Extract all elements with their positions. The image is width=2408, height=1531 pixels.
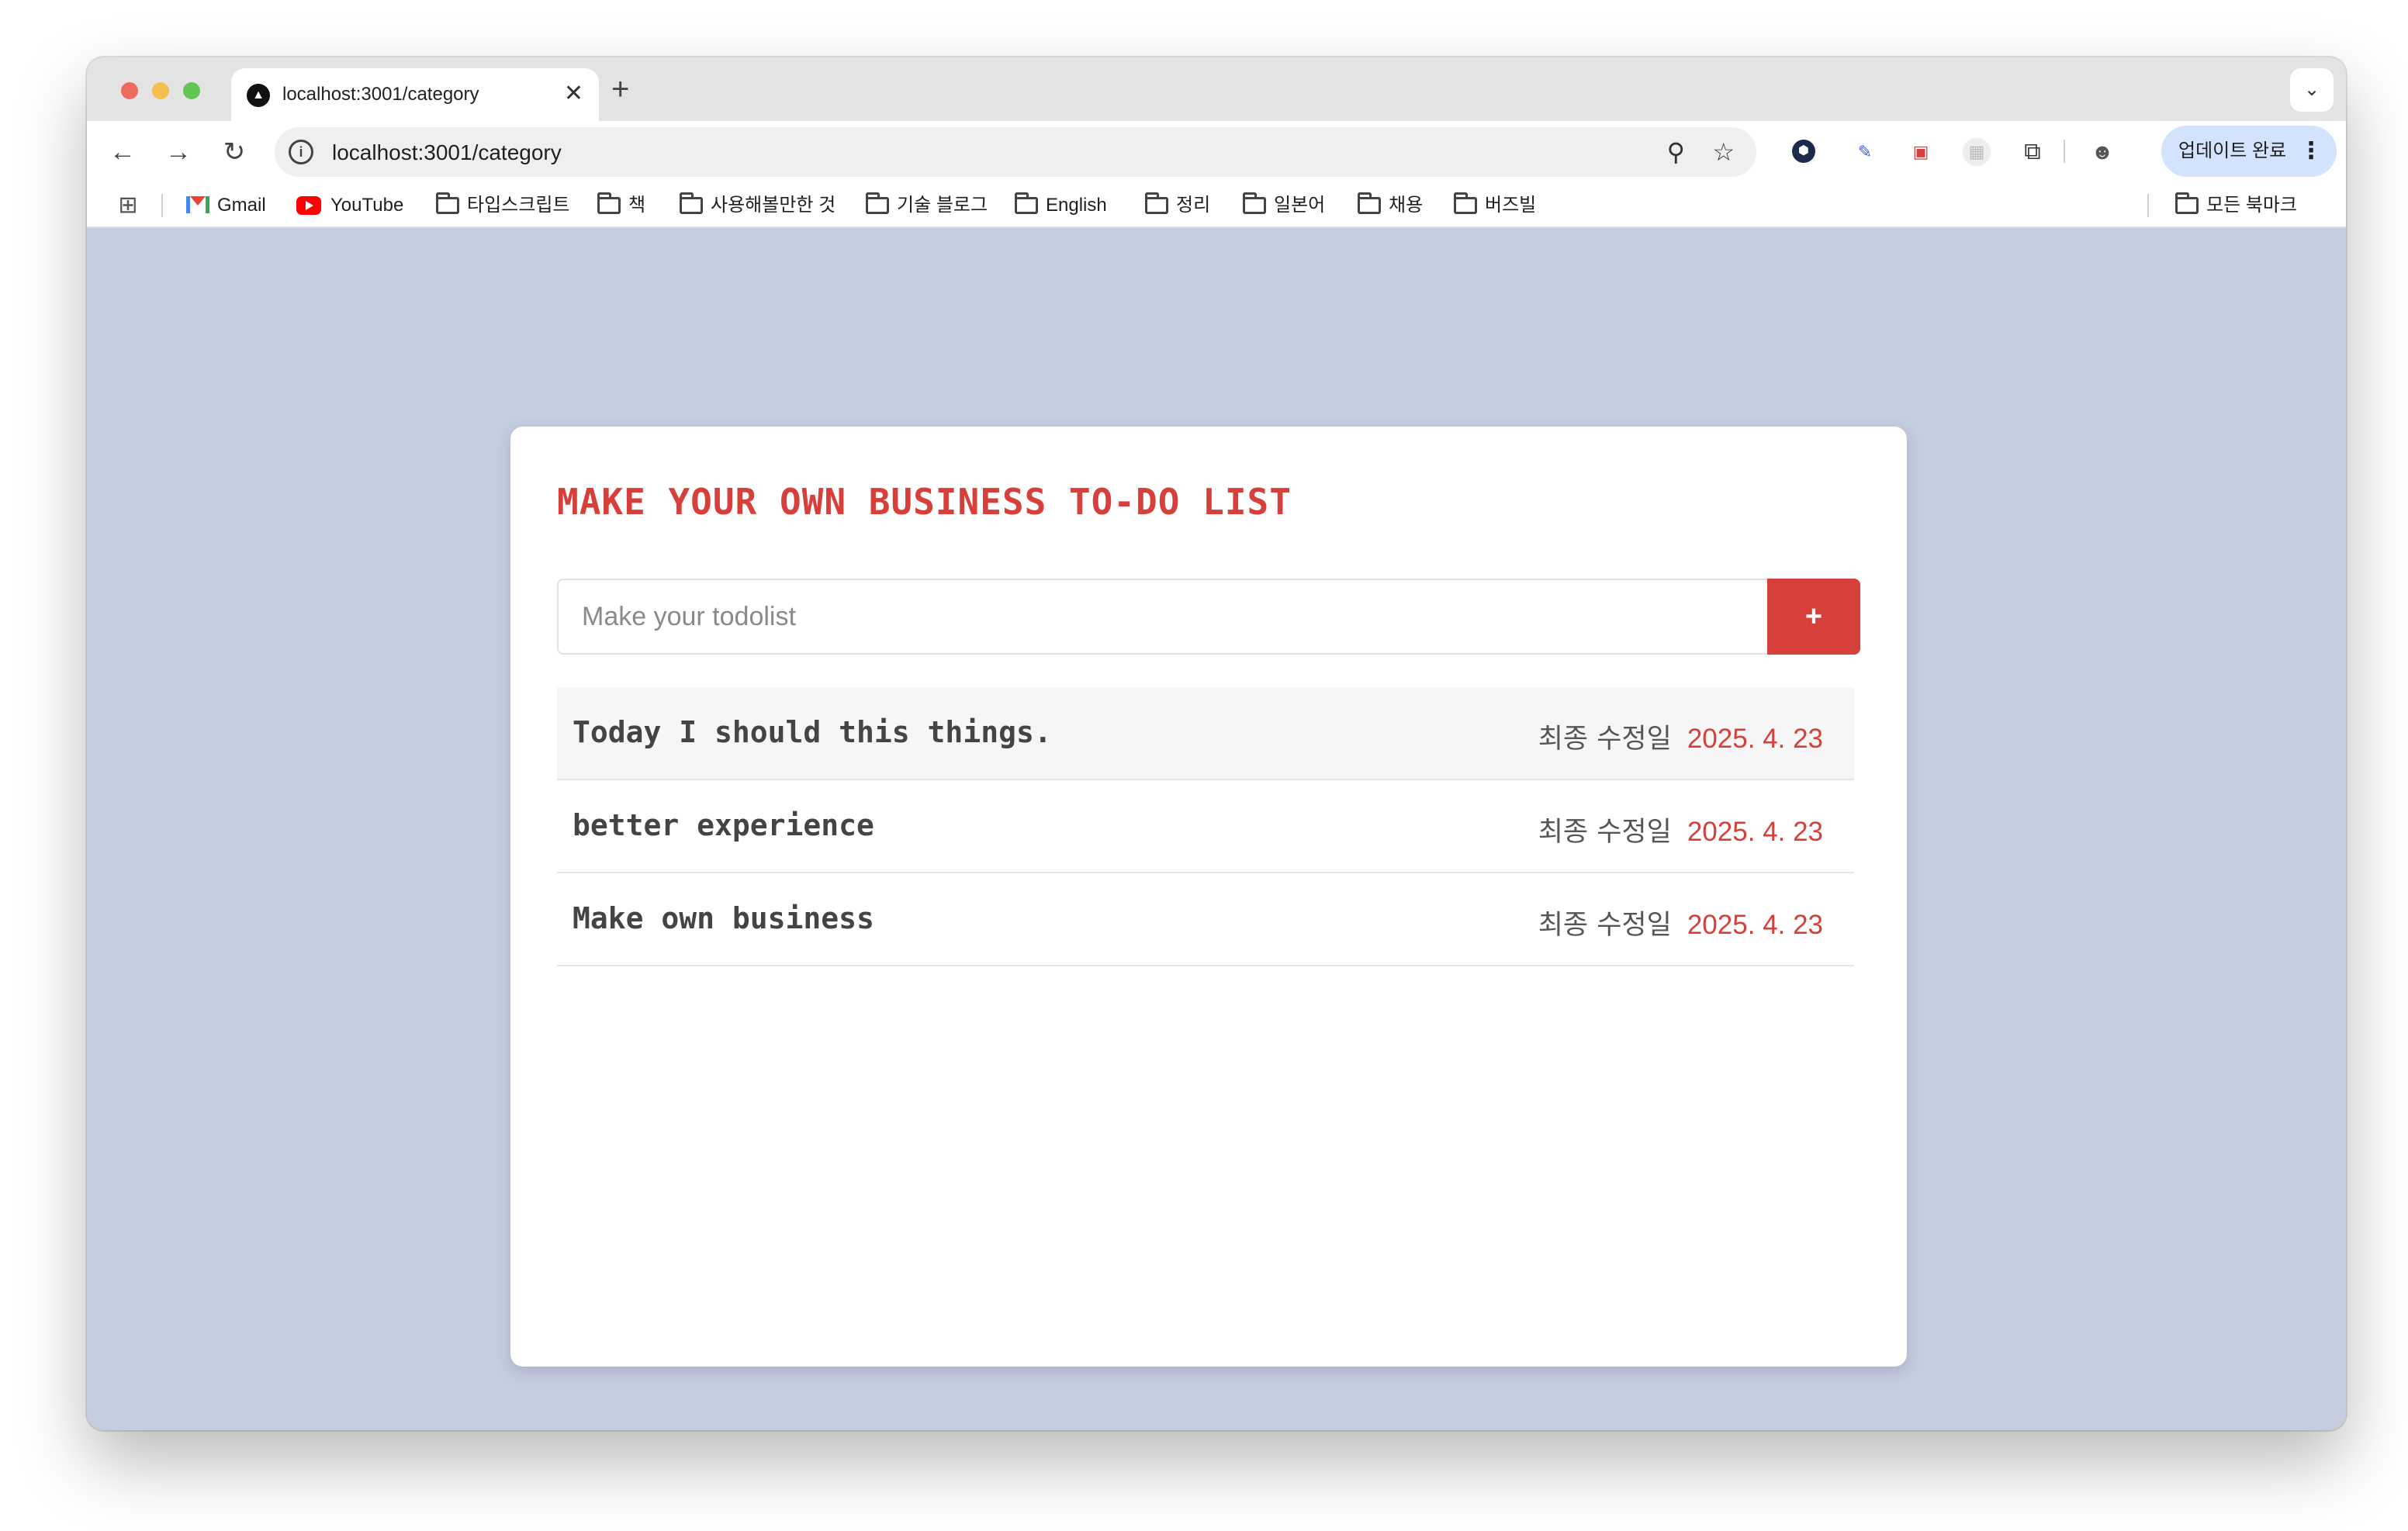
gmail-icon	[186, 196, 209, 213]
extension-grid-icon[interactable]: ▦	[1963, 138, 1991, 166]
todo-card: MAKE YOUR OWN BUSINESS TO-DO LIST + Toda…	[510, 427, 1907, 1367]
bookmark-label: 기술 블로그	[897, 195, 988, 216]
update-button-label: 업데이트 완료	[2178, 140, 2287, 161]
bookmark-label: 책	[628, 195, 646, 216]
todo-row[interactable]: Today I should this things. 최종 수정일 2025. …	[557, 687, 1854, 780]
page-title: MAKE YOUR OWN BUSINESS TO-DO LIST	[557, 481, 1292, 523]
folder-icon	[1015, 192, 1038, 214]
modified-label: 최종 수정일	[1538, 724, 1672, 755]
browser-window: ▲ localhost:3001/category ✕ + ⌄ ← → ↻ i …	[87, 57, 2346, 1430]
bookmark-label: YouTube	[330, 195, 404, 216]
address-url[interactable]: localhost:3001/category	[332, 140, 562, 165]
app-favicon-icon: ▲	[247, 84, 270, 107]
bookmark-folder-buzzvil[interactable]: 버즈빌	[1454, 192, 1536, 219]
apps-grid-icon[interactable]: ⊞	[115, 192, 141, 219]
tab-title: localhost:3001/category	[282, 84, 479, 105]
folder-icon	[436, 192, 459, 214]
extensions-puzzle-icon[interactable]: ⧉	[2019, 138, 2046, 166]
bookmark-folder-english[interactable]: English	[1015, 192, 1107, 219]
todo-list: Today I should this things. 최종 수정일 2025. …	[557, 687, 1854, 966]
extension-pen-icon[interactable]: ✎	[1851, 138, 1879, 166]
close-window-button[interactable]	[121, 82, 138, 99]
bookmark-folder-hiring[interactable]: 채용	[1358, 192, 1423, 219]
modified-date: 2025. 4. 23	[1687, 910, 1823, 940]
browser-menu-icon[interactable]: ⋮	[2299, 126, 2323, 177]
todo-meta: 최종 수정일 2025. 4. 23	[1538, 810, 1823, 849]
site-info-icon[interactable]: i	[289, 140, 313, 164]
bookmarks-bar: ⊞ Gmail YouTube 타입스크립트 책 사용해볼만한 것 기술 블로그…	[87, 183, 2346, 228]
bookmark-folder-notes[interactable]: 정리	[1145, 192, 1210, 219]
modified-date: 2025. 4. 23	[1687, 724, 1823, 754]
minimize-window-button[interactable]	[152, 82, 169, 99]
folder-icon	[1243, 192, 1266, 214]
tab-strip: ▲ localhost:3001/category ✕ + ⌄	[87, 57, 2346, 121]
folder-icon	[866, 192, 889, 214]
browser-toolbar: ← → ↻ i localhost:3001/category ⚲ ☆ ⬢ ✎ …	[87, 121, 2346, 183]
bookmark-star-icon[interactable]: ☆	[1712, 137, 1735, 168]
toolbar-divider	[2064, 140, 2065, 163]
bookmark-folder-japanese[interactable]: 일본어	[1243, 192, 1325, 219]
close-tab-icon[interactable]: ✕	[564, 79, 583, 109]
bookmark-label: 사용해볼만한 것	[711, 195, 836, 216]
page-content: MAKE YOUR OWN BUSINESS TO-DO LIST + Toda…	[87, 228, 2346, 1430]
tab-list-button[interactable]: ⌄	[2290, 68, 2334, 112]
todo-row[interactable]: better experience 최종 수정일 2025. 4. 23	[557, 780, 1854, 873]
active-tab[interactable]: ▲ localhost:3001/category ✕	[231, 68, 599, 121]
bookmark-label: English	[1046, 195, 1107, 216]
forward-button[interactable]: →	[158, 132, 199, 172]
todo-input[interactable]	[557, 579, 1767, 655]
bookmark-youtube[interactable]: YouTube	[296, 192, 403, 219]
bookmark-label: 채용	[1389, 195, 1424, 216]
folder-icon	[1358, 192, 1381, 214]
todo-meta: 최종 수정일 2025. 4. 23	[1538, 903, 1823, 942]
bookmark-folder-tech-blog[interactable]: 기술 블로그	[866, 192, 988, 219]
bookmark-folder-try-out[interactable]: 사용해볼만한 것	[680, 192, 836, 219]
bookmarks-divider	[161, 194, 163, 217]
zoom-icon[interactable]: ⚲	[1667, 137, 1685, 168]
bookmarks-divider	[2147, 194, 2149, 217]
back-button[interactable]: ←	[102, 132, 143, 172]
bookmark-label: 타입스크립트	[467, 195, 570, 216]
todo-meta: 최종 수정일 2025. 4. 23	[1538, 717, 1823, 756]
extension-hex-icon[interactable]: ⬢	[1792, 140, 1815, 163]
todo-text: better experience	[573, 808, 874, 842]
bookmark-folder-typescript[interactable]: 타입스크립트	[436, 192, 569, 219]
folder-icon	[680, 192, 703, 214]
new-tab-button[interactable]: +	[611, 70, 629, 109]
maximize-window-button[interactable]	[183, 82, 200, 99]
modified-date: 2025. 4. 23	[1687, 817, 1823, 847]
todo-text: Make own business	[573, 901, 874, 935]
bookmark-folder-all[interactable]: 모든 북마크	[2175, 192, 2297, 219]
extension-red-icon[interactable]: ▣	[1907, 138, 1935, 166]
bookmark-label: 정리	[1176, 195, 1211, 216]
update-button[interactable]: 업데이트 완료 ⋮	[2161, 126, 2337, 177]
folder-icon	[1145, 192, 1168, 214]
modified-label: 최종 수정일	[1538, 910, 1672, 941]
bookmark-gmail[interactable]: Gmail	[186, 192, 266, 219]
bookmark-label: 일본어	[1274, 195, 1326, 216]
bookmark-label: 모든 북마크	[2206, 195, 2298, 216]
youtube-icon	[296, 196, 321, 215]
todo-text: Today I should this things.	[573, 715, 1052, 749]
reload-button[interactable]: ↻	[214, 132, 254, 172]
todo-row[interactable]: Make own business 최종 수정일 2025. 4. 23	[557, 873, 1854, 966]
folder-icon	[597, 192, 621, 214]
address-bar[interactable]: i localhost:3001/category ⚲ ☆	[275, 127, 1756, 177]
bookmark-label: Gmail	[217, 195, 266, 216]
profile-avatar-icon[interactable]: ☻	[2088, 138, 2116, 166]
folder-icon	[1454, 192, 1477, 214]
bookmark-label: 버즈빌	[1485, 195, 1537, 216]
bookmark-folder-books[interactable]: 책	[597, 192, 645, 219]
folder-icon	[2175, 192, 2199, 214]
modified-label: 최종 수정일	[1538, 817, 1672, 848]
add-todo-button[interactable]: +	[1767, 579, 1860, 655]
